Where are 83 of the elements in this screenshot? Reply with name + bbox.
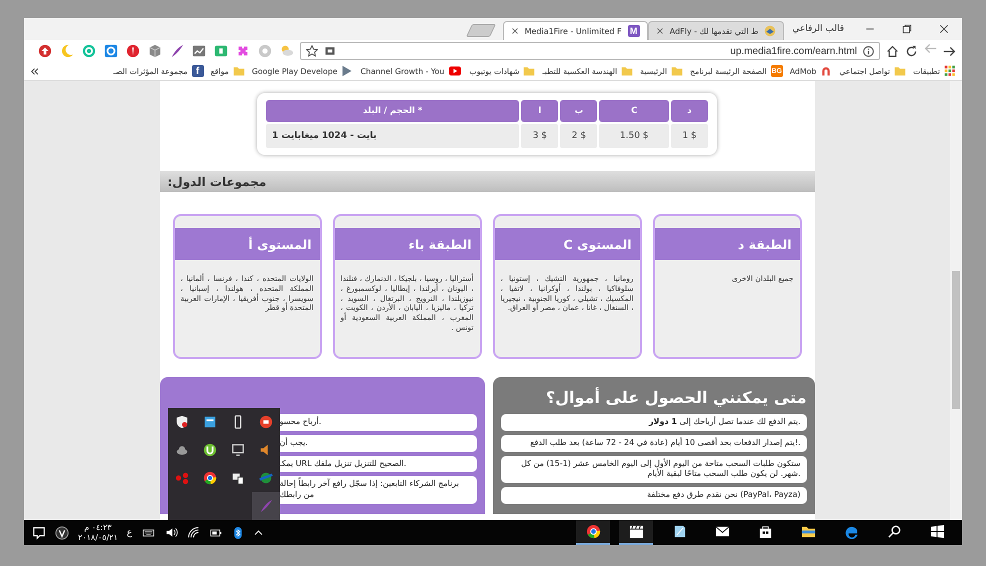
chrome-icon[interactable]: [586, 524, 600, 539]
network-icon[interactable]: [175, 471, 189, 485]
table-cell: $ 1: [670, 124, 708, 148]
address-bar[interactable]: up.media1fire.com/earn.html: [300, 42, 880, 60]
bluetooth-icon[interactable]: [232, 526, 244, 540]
notification-icon[interactable]: [32, 526, 46, 540]
monitor-icon[interactable]: [231, 443, 245, 457]
torrent-icon[interactable]: [203, 443, 217, 457]
table-cell: $ 3: [521, 124, 558, 148]
info-icon: [863, 46, 874, 56]
restore-icon[interactable]: [902, 24, 912, 34]
column-header: د: [670, 100, 708, 122]
column-header: ا: [521, 100, 558, 122]
circle-logo-icon[interactable]: [55, 526, 69, 540]
tier-title: المستوى C: [494, 228, 640, 260]
clapperboard-icon[interactable]: [628, 524, 644, 539]
chrome-icon[interactable]: [203, 471, 217, 485]
folder-icon: [232, 65, 245, 77]
folder-icon: [671, 65, 683, 77]
wifi-icon[interactable]: [187, 526, 200, 539]
extension-icon[interactable]: [324, 45, 336, 57]
language-indicator[interactable]: ع: [126, 528, 132, 538]
table-cell: بايت - 1024 ميغابايت 1: [266, 124, 520, 148]
play-icon: [448, 65, 462, 77]
tier-title: الطبقة د: [654, 228, 800, 260]
shield-icon[interactable]: [175, 415, 189, 429]
reload-icon[interactable]: [905, 44, 918, 58]
stop-icon[interactable]: [259, 415, 273, 429]
taskbar-app[interactable]: [619, 520, 653, 545]
profile-name[interactable]: قالب الرفاعي: [792, 24, 844, 34]
info-row: يتم إصدار الدفعات بحد أقصى 10 أيام (عادة في 24 - 72 ساعة) بعد طلب الدفع!.: [500, 434, 806, 452]
panel-title: متى يمكنني الحصول على أموال؟: [544, 386, 806, 409]
column-header: * الحجم / البلد: [266, 100, 520, 122]
table-cell: $ 1.50: [599, 124, 669, 148]
cloud-icon[interactable]: [175, 443, 189, 457]
folder-icon[interactable]: [800, 524, 816, 539]
tier-title: الطبقة باء: [334, 228, 480, 260]
back-icon[interactable]: [943, 44, 956, 58]
close-icon[interactable]: [510, 27, 519, 35]
play-store-icon: [341, 65, 354, 77]
table-cell: $ 2: [560, 124, 598, 148]
close-icon[interactable]: [656, 27, 664, 35]
home-icon[interactable]: [886, 44, 899, 58]
cube-icon[interactable]: [148, 44, 162, 58]
upload-icon[interactable]: [38, 44, 52, 58]
mail-icon[interactable]: [714, 524, 730, 539]
windows-icon[interactable]: [930, 524, 944, 539]
column-header: ب: [560, 100, 598, 122]
app-window-icon[interactable]: [203, 415, 217, 429]
square-logo-icon[interactable]: [214, 44, 228, 58]
scrollbar[interactable]: [950, 81, 962, 520]
info-row: نحن نقدم طرق دفع مختلفة (PayPal، Payza): [500, 487, 806, 504]
close-icon[interactable]: [938, 24, 949, 34]
chart-icon[interactable]: [192, 44, 206, 58]
globe-icon[interactable]: [259, 471, 273, 485]
keyboard-icon[interactable]: [141, 526, 156, 538]
edge-icon[interactable]: [844, 524, 858, 539]
info-row: يتم الدفع لك عندما تصل أرباحك إلى 1 دولار.: [500, 414, 806, 431]
taskbar-app[interactable]: [576, 520, 610, 545]
volume-icon[interactable]: [165, 526, 178, 539]
star-icon[interactable]: [306, 45, 318, 57]
bookmark-logo: f: [192, 65, 204, 77]
folder-icon: [523, 65, 536, 77]
ring-icon[interactable]: [104, 44, 118, 58]
feather-icon[interactable]: [170, 44, 184, 58]
column-header: C: [599, 100, 669, 122]
tab-favicon: M: [628, 25, 640, 37]
search-icon[interactable]: [886, 524, 902, 539]
puzzle-icon[interactable]: [236, 44, 250, 58]
folder-icon: [621, 65, 634, 77]
double-chevron-icon[interactable]: [30, 66, 39, 76]
folder-icon: [894, 65, 906, 77]
admob-icon: [820, 65, 832, 77]
battery-icon[interactable]: [209, 526, 224, 538]
devices-icon[interactable]: [231, 471, 245, 485]
apps-grid-icon: [944, 65, 956, 77]
tier-title: المستوى أ: [174, 228, 320, 260]
section-title: مجموعات الدول:: [168, 174, 268, 188]
taskbar-clock[interactable]: ٠٤:٢٣ م ٢٠١٨/٠٥/٢١: [78, 523, 118, 542]
browser-tab[interactable]: ط التي تقدمها لك - AdFly: [648, 21, 784, 40]
info-row: ستكون طلبات السحب متاحة من اليوم الأول إلى اليوم الخامس عشر (1-15) من كل شهر. لن يكون طلب السحب متاحًا لبقية الأيام.: [500, 456, 806, 484]
browser-tab[interactable]: Media1Fire - Unlimited F M: [502, 21, 648, 40]
shopping-bag-icon[interactable]: [758, 524, 772, 539]
